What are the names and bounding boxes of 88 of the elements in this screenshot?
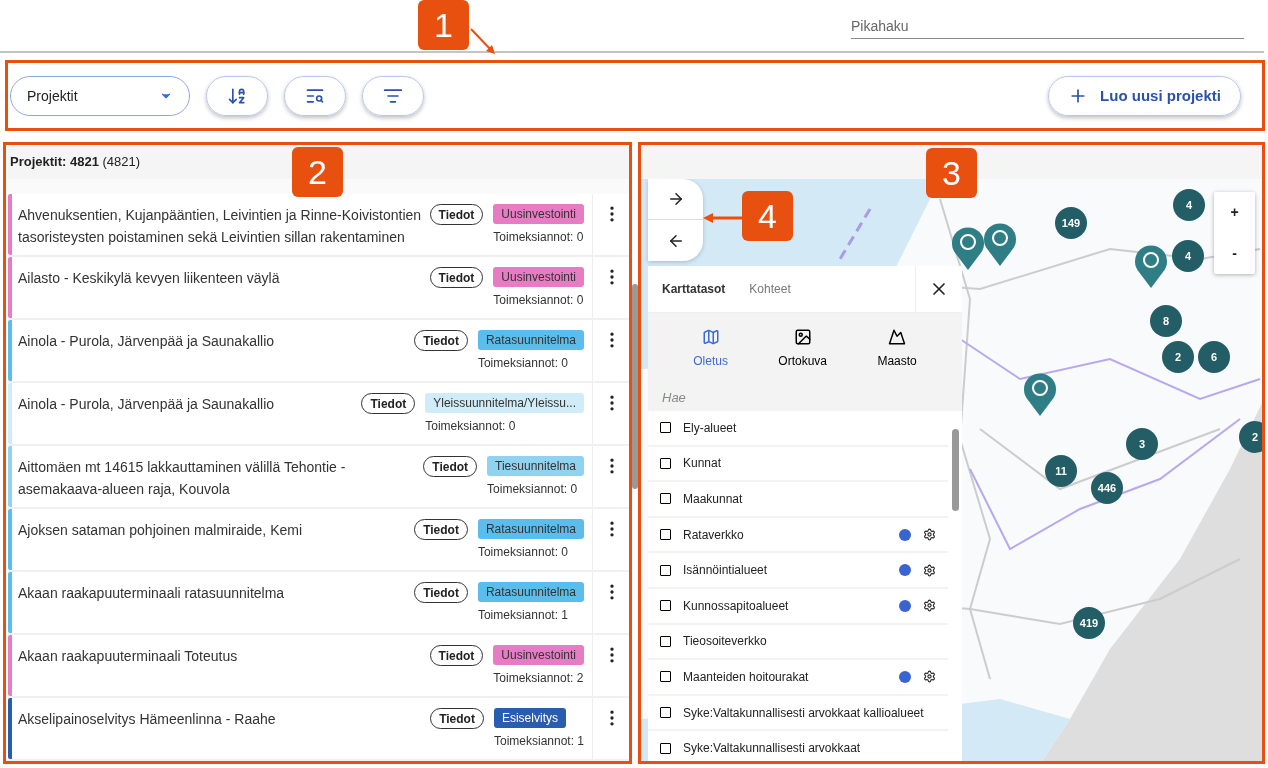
project-count-label: Projektit: 4821 (4821) [10,152,141,171]
map-pin-icon[interactable] [952,226,984,270]
project-name: Ainola - Purola, Järvenpää ja Saunakallio [18,395,276,414]
assignments-count: Toimeksiannot: 1 [477,607,568,624]
layer-row[interactable]: Maanteiden hoitourakat [648,660,948,696]
annotation-badge: 3 [926,148,977,198]
project-name: Aittomäen mt 14615 lakkauttaminen välillä Tehontie - asemakaava-alueen raja, Kouvola [18,458,347,499]
assignments-count: Toimeksiannot: 0 [477,355,568,372]
settings-icon[interactable] [923,670,936,684]
settings-icon[interactable] [923,563,936,577]
image-icon [793,327,812,346]
project-row[interactable]: Ailasto - Keskikylä kevyen liikenteen väylä Tiedot Uusinvestointi Toimeksiannot: 0 [8,257,630,320]
zoom-out-button[interactable]: - [1214,233,1255,274]
filter-icon [383,86,403,106]
project-name: Akselipainoselvitys Hämeenlinna - Raahe [18,710,277,729]
assignments-count: Toimeksiannot: 0 [487,481,578,498]
checkbox[interactable] [660,529,671,541]
layer-row[interactable]: Rataverkko [648,517,948,554]
mountain-icon [888,327,907,346]
search-list-icon [305,86,325,106]
checkbox[interactable] [660,457,671,469]
project-name: Ahvenuksentien, Kujanpääntien, Leivintien ja Rinne-Koivistontien tasoristeysten poistaminen sekä Leivintien sillan rakentaminen [18,206,422,247]
map-pin-icon[interactable] [1024,372,1056,416]
basemap-option[interactable]: Maasto [877,327,917,370]
checkbox[interactable] [660,742,671,754]
layer-row[interactable]: Syke:Valtakunnallisesti arvokkaat kallioalueet [648,695,948,732]
assignments-count: Toimeksiannot: 0 [493,292,584,309]
project-row[interactable]: Aittomäen mt 14615 lakkauttaminen välillä Tehontie - asemakaava-alueen raja, Kouvola Tiedot Tiesuunnitelma Toimeksiannot: 0 [8,446,630,509]
assignments-count: Toimeksiannot: 0 [477,544,568,561]
project-name: Akaan raakapuuterminaali ratasuunnitelma [18,584,286,603]
assignments-count: Toimeksiannot: 0 [425,418,516,435]
checkbox[interactable] [660,422,671,434]
layer-panel-tab[interactable]: Kohteet [749,280,791,298]
annotation-arrow [703,212,743,224]
project-name: Ailasto - Keskikylä kevyen liikenteen väylä [18,269,281,288]
checkbox[interactable] [660,493,671,505]
project-type-tag: Uusinvestointi [493,267,584,287]
annotation-badge: 2 [292,147,343,197]
project-type-tag: Yleissuunnitelma/Yleissu... [425,393,584,413]
assignments-count: Toimeksiannot: 2 [493,670,584,687]
checkbox[interactable] [660,564,671,576]
layer-search-field[interactable]: Hae [648,384,962,411]
sort-icon [227,86,247,106]
settings-icon[interactable] [923,599,936,613]
layer-row[interactable]: Maakunnat [648,482,948,518]
zoom-in-button[interactable]: + [1214,192,1255,233]
map-pin-icon[interactable] [984,222,1016,266]
project-row[interactable]: Ainola - Purola, Järvenpää ja Saunakallio Tiedot Ratasuunnitelma Toimeksiannot: 0 [8,320,630,383]
basemap-option[interactable]: Oletus [693,327,728,370]
project-type-tag: Ratasuunnitelma [477,330,584,350]
project-row[interactable]: Akaan raakapuuterminaali Toteutus Tiedot Uusinvestointi Toimeksiannot: 2 [8,635,630,698]
project-type-tag: Tiesuunnitelma [487,456,584,476]
layer-row[interactable]: Tieosoiteverkko [648,624,948,661]
project-name: Akaan raakapuuterminaali Toteutus [18,647,239,666]
assignments-count: Toimeksiannot: 1 [493,733,584,750]
settings-icon[interactable] [923,528,936,542]
scrollbar-thumb[interactable] [951,429,959,511]
project-name: Ajoksen sataman pohjoinen malmiraide, Kemi [18,521,304,540]
checkbox[interactable] [660,707,671,719]
layer-row[interactable]: Ely-alueet [648,411,948,447]
project-type-tag: Ratasuunnitelma [477,582,584,602]
checkbox[interactable] [660,635,671,647]
quick-search-field[interactable]: Pikahaku [851,14,1244,39]
project-row[interactable]: Akselipainoselvitys Hämeenlinna - Raahe Tiedot Esiselvitys Toimeksiannot: 1 [8,698,630,761]
annotation-badge: 1 [418,0,469,50]
project-name: Ainola - Purola, Järvenpää ja Saunakallio [18,332,276,351]
basemap-option[interactable]: Ortokuva [778,327,827,370]
layer-row[interactable]: Kunnossapitoalueet [648,588,948,625]
assignments-count: Toimeksiannot: 0 [493,229,584,246]
layer-row[interactable]: Kunnat [648,446,948,483]
map-pin-icon[interactable] [1135,244,1167,288]
checkbox[interactable] [660,600,671,612]
map-icon [701,327,720,346]
project-type-tag: Ratasuunnitelma [477,519,584,539]
project-row[interactable]: Ainola - Purola, Järvenpää ja Saunakallio Tiedot Yleissuunnitelma/Yleissu... Toimeksiannot: 0 [8,383,630,446]
project-type-tag: Uusinvestointi [493,204,584,224]
layer-row[interactable]: Isännöintialueet [648,553,948,589]
layer-row[interactable]: Syke:Valtakunnallisesti arvokkaat [648,731,948,764]
project-type-tag: Uusinvestointi [493,645,584,665]
checkbox[interactable] [660,671,671,683]
project-row[interactable]: Ajoksen sataman pohjoinen malmiraide, Kemi Tiedot Ratasuunnitelma Toimeksiannot: 0 [8,509,630,572]
layer-panel-tab[interactable]: Karttatasot [662,280,726,298]
project-type-tag: Esiselvitys [493,708,566,728]
scrollbar-thumb[interactable] [632,284,638,489]
annotation-arrow [470,28,496,55]
project-row[interactable]: Ahvenuksentien, Kujanpääntien, Leivintien ja Rinne-Koivistontien tasoristeysten poistaminen sekä Leivintien sillan rakentaminen Tiedot Uusinvestointi Toimeksiannot: 0 [8,194,630,257]
project-row[interactable]: Akaan raakapuuterminaali ratasuunnitelma Tiedot Ratasuunnitelma Toimeksiannot: 1 [8,572,630,635]
annotation-badge: 4 [742,191,793,241]
